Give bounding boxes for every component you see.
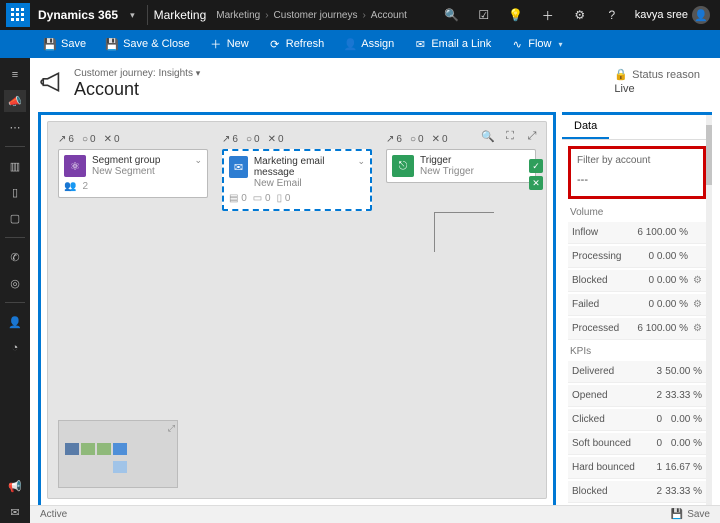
filter-label: Filter by account bbox=[577, 155, 697, 166]
table-row[interactable]: Soft bounced00.00 % bbox=[568, 433, 706, 455]
canvas-inner[interactable]: 🔍 ⛶ ⤢ ↗ 6 ○ 0 ✕ 0 bbox=[47, 121, 547, 499]
chevron-down-icon[interactable]: ⌄ bbox=[194, 155, 202, 177]
tile-stats: ↗ 6 ○ 0 ✕ 0 bbox=[386, 134, 536, 145]
search-icon[interactable]: 🔍 bbox=[439, 2, 465, 28]
breadcrumb: Marketing› Customer journeys› Account bbox=[216, 10, 407, 21]
filter-by-account[interactable]: Filter by account --- bbox=[568, 146, 706, 199]
chart-icon[interactable]: ▥ bbox=[4, 155, 26, 177]
tile-stats: ↗ 6 ○ 0 ✕ 0 bbox=[222, 134, 372, 145]
table-row[interactable]: Hard bounced116.67 % bbox=[568, 457, 706, 479]
journey-canvas: 🔍 ⛶ ⤢ ↗ 6 ○ 0 ✕ 0 bbox=[38, 112, 556, 505]
command-bar: 💾Save 💾Save & Close ＋New ⟳Refresh 👤Assig… bbox=[0, 30, 720, 58]
breadcrumb-item[interactable]: Customer journeys bbox=[274, 10, 358, 21]
app-name[interactable]: Dynamics 365 bbox=[38, 8, 118, 22]
more-icon[interactable]: ⋯ bbox=[4, 116, 26, 138]
menu-icon[interactable]: ≡ bbox=[4, 64, 26, 86]
table-row[interactable]: Delivered350.00 % bbox=[568, 361, 706, 383]
gear-icon[interactable]: ⚙ bbox=[567, 2, 593, 28]
status-label: Status reason bbox=[632, 69, 700, 81]
trigger-icon: ⎋ bbox=[392, 155, 414, 177]
task-icon[interactable]: ☑ bbox=[471, 2, 497, 28]
footer: Active 💾 Save bbox=[30, 505, 720, 523]
save-close-button[interactable]: 💾Save & Close bbox=[98, 30, 198, 58]
chevron-down-icon[interactable]: ▾ bbox=[130, 10, 135, 21]
breadcrumb-item[interactable]: Marketing bbox=[216, 10, 260, 21]
table-row[interactable]: Inflow6 100.00 % bbox=[568, 222, 706, 244]
tab-data[interactable]: Data bbox=[562, 115, 609, 139]
megaphone-icon bbox=[40, 70, 66, 94]
tile-trigger[interactable]: ⎋ Trigger New Trigger ✓ ✕ bbox=[386, 149, 536, 183]
app-launcher-icon[interactable] bbox=[6, 3, 30, 27]
person-icon[interactable]: 👤 bbox=[4, 311, 26, 333]
table-row[interactable]: Opened233.33 % bbox=[568, 385, 706, 407]
minimap[interactable]: ⤢ bbox=[58, 420, 178, 488]
save-icon: 💾 bbox=[671, 509, 683, 520]
mail-icon[interactable]: ✉ bbox=[4, 501, 26, 523]
filter-value: --- bbox=[577, 174, 697, 186]
page-header: Customer journey: Insights ▾ Account 🔒 St… bbox=[30, 58, 720, 106]
user-name: kavya sree bbox=[635, 9, 688, 21]
clipboard-icon[interactable]: ▯ bbox=[4, 181, 26, 203]
page-title: Account bbox=[74, 79, 200, 100]
check-icon: ✓ bbox=[529, 159, 543, 173]
close-icon: ✕ bbox=[529, 176, 543, 190]
flow-button[interactable]: ∿Flow▾ bbox=[503, 30, 570, 58]
avatar-icon: 👤 bbox=[692, 6, 710, 24]
table-row[interactable]: Blocked0 0.00 %⚙ bbox=[568, 270, 706, 292]
segment-icon[interactable]: ◔ bbox=[4, 337, 26, 359]
volume-label: Volume bbox=[570, 207, 706, 218]
announce-icon[interactable]: 📢 bbox=[4, 475, 26, 497]
phone-icon[interactable]: ✆ bbox=[4, 246, 26, 268]
refresh-button[interactable]: ⟳Refresh bbox=[261, 30, 333, 58]
user-menu[interactable]: kavya sree 👤 bbox=[631, 6, 714, 24]
page-crumb[interactable]: Customer journey: Insights bbox=[74, 68, 193, 79]
footer-save[interactable]: 💾 Save bbox=[671, 509, 710, 520]
status-text: Active bbox=[40, 509, 67, 520]
status-value: Live bbox=[614, 83, 700, 95]
lightbulb-icon[interactable]: 💡 bbox=[503, 2, 529, 28]
tile-email[interactable]: ✉ Marketing email message New Email ⌄ bbox=[222, 149, 372, 211]
connector bbox=[434, 212, 435, 252]
chevron-down-icon[interactable]: ⌄ bbox=[357, 156, 365, 189]
right-pane: Data Filter by account --- Volume Inflow… bbox=[562, 112, 712, 505]
kpi-label: KPIs bbox=[570, 346, 706, 357]
assign-button[interactable]: 👤Assign bbox=[336, 30, 402, 58]
top-nav: Dynamics 365 ▾ Marketing Marketing› Cust… bbox=[0, 0, 720, 30]
megaphone-icon[interactable]: 📣 bbox=[4, 90, 26, 112]
image-icon[interactable]: ▢ bbox=[4, 207, 26, 229]
connector bbox=[434, 212, 494, 213]
new-button[interactable]: ＋New bbox=[202, 30, 257, 58]
plus-icon[interactable]: ＋ bbox=[535, 2, 561, 28]
segment-icon: ⚛ bbox=[64, 155, 86, 177]
divider bbox=[147, 5, 148, 25]
breadcrumb-item[interactable]: Account bbox=[371, 10, 407, 21]
table-row[interactable]: Failed0 0.00 %⚙ bbox=[568, 294, 706, 316]
table-row[interactable]: Processed6 100.00 %⚙ bbox=[568, 318, 706, 340]
module-name[interactable]: Marketing bbox=[154, 8, 207, 22]
table-row[interactable]: Blocked233.33 % bbox=[568, 481, 706, 503]
left-rail: ≡ 📣 ⋯ ▥ ▯ ▢ ✆ ◎ 👤 ◔ 📢 ✉ bbox=[0, 58, 30, 523]
scrollbar-thumb[interactable] bbox=[706, 125, 712, 185]
tile-stats: ↗ 6 ○ 0 ✕ 0 bbox=[58, 134, 208, 145]
table-row[interactable]: Clicked00.00 % bbox=[568, 409, 706, 431]
table-row[interactable]: Processing0 0.00 % bbox=[568, 246, 706, 268]
save-button[interactable]: 💾Save bbox=[36, 30, 94, 58]
expand-icon[interactable]: ⤢ bbox=[168, 423, 175, 434]
people-icon: 👥 bbox=[64, 181, 76, 192]
lock-icon: 🔒 bbox=[614, 68, 628, 81]
target-icon[interactable]: ◎ bbox=[4, 272, 26, 294]
help-icon[interactable]: ? bbox=[599, 2, 625, 28]
email-link-button[interactable]: ✉Email a Link bbox=[406, 30, 499, 58]
chevron-down-icon[interactable]: ▾ bbox=[196, 68, 201, 78]
email-icon: ✉ bbox=[229, 156, 248, 178]
tile-segment[interactable]: ⚛ Segment group New Segment ⌄ 👥2 bbox=[58, 149, 208, 198]
